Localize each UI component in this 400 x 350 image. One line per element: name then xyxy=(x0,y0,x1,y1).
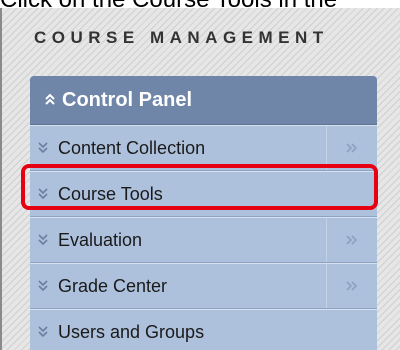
double-chevron-down-icon xyxy=(38,326,52,338)
menu-item-label: Users and Groups xyxy=(58,321,205,342)
menu-item-course-tools[interactable]: Course Tools xyxy=(30,171,377,217)
menu-item-label: Grade Center xyxy=(58,275,168,296)
menu-item-label: Content Collection xyxy=(58,137,206,158)
menu-item-label: Evaluation xyxy=(58,229,143,250)
instruction-caption: Click on the Course Tools in the xyxy=(0,0,400,8)
double-chevron-down-icon xyxy=(38,188,52,200)
double-chevron-down-icon xyxy=(38,280,52,292)
double-chevron-down-icon xyxy=(38,142,52,154)
menu-item-evaluation[interactable]: Evaluation xyxy=(30,217,377,263)
menu-item-content-collection[interactable]: Content Collection xyxy=(30,125,377,171)
double-chevron-up-icon[interactable] xyxy=(44,93,56,107)
control-panel: Control Panel Content Collection Course … xyxy=(30,76,377,350)
menu-item-grade-center[interactable]: Grade Center xyxy=(30,263,377,309)
double-chevron-right-icon[interactable] xyxy=(326,218,377,262)
menu-item-users-and-groups[interactable]: Users and Groups xyxy=(30,309,377,350)
double-chevron-down-icon xyxy=(38,234,52,246)
double-chevron-right-icon[interactable] xyxy=(326,264,377,308)
control-panel-header[interactable]: Control Panel xyxy=(30,76,377,125)
double-chevron-right-icon[interactable] xyxy=(326,126,377,170)
course-management-title: COURSE MANAGEMENT xyxy=(34,28,329,47)
menu-item-label: Course Tools xyxy=(58,183,163,204)
control-panel-title: Control Panel xyxy=(62,88,193,111)
